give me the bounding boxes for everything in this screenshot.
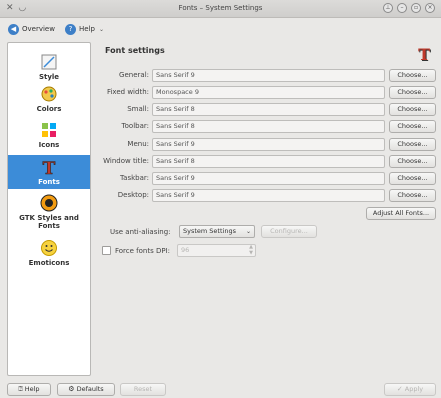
window-title: Fonts – System Settings	[178, 4, 263, 12]
font-label: Menu:	[127, 140, 149, 148]
force-dpi-label: Force fonts DPI:	[115, 247, 170, 255]
help-button[interactable]: ⍰ Help	[7, 383, 51, 396]
sidebar-item-label: Style	[38, 73, 60, 81]
help-icon: ⍰	[18, 385, 23, 393]
dpi-value: 96	[181, 246, 190, 254]
font-value-field: Sans Serif 8	[152, 155, 385, 168]
overview-label: Overview	[22, 25, 55, 33]
reset-button[interactable]: Reset	[120, 383, 166, 396]
chevron-down-icon: ⌄	[245, 228, 251, 235]
choose-button[interactable]: Choose...	[389, 120, 436, 133]
title-bar: ✕ ◡ Fonts – System Settings ⊥ – ▫ ×	[0, 0, 441, 18]
font-value-field: Sans Serif 9	[152, 69, 385, 82]
help-menu-button[interactable]: ? Help ⌄	[64, 23, 104, 35]
choose-button[interactable]: Choose...	[389, 69, 436, 82]
reset-button-label: Reset	[133, 385, 153, 393]
gtk-icon	[40, 194, 58, 212]
sidebar-item-gtk[interactable]: GTK Styles and Fonts	[8, 192, 90, 236]
fonts-icon: T	[42, 159, 56, 176]
pin-icon[interactable]: ⊥	[383, 3, 393, 13]
font-label: Fixed width:	[106, 88, 149, 96]
choose-button[interactable]: Choose...	[389, 155, 436, 168]
font-label: Desktop:	[117, 191, 149, 199]
font-label: Small:	[127, 105, 149, 113]
apply-button-label: Apply	[404, 385, 424, 393]
sidebar-item-label: Emoticons	[28, 259, 70, 267]
force-dpi-checkbox[interactable]	[102, 246, 111, 255]
font-label: Taskbar:	[120, 174, 149, 182]
maximize-button[interactable]: ▫	[411, 3, 421, 13]
help-label: Help	[78, 25, 95, 33]
font-label: General:	[119, 71, 149, 79]
sidebar-item-label: Colors	[36, 105, 62, 113]
choose-button[interactable]: Choose...	[389, 103, 436, 116]
font-value-field: Sans Serif 8	[152, 103, 385, 116]
back-arrow-icon: ◀	[8, 23, 19, 35]
dpi-spinbox[interactable]: 96 ▲ ▼	[177, 244, 256, 257]
font-row-toolbar: Toolbar: Sans Serif 8 Choose...	[98, 120, 438, 133]
defaults-button-label: Defaults	[76, 385, 104, 393]
sidebar-item-icons[interactable]: Icons	[8, 119, 90, 153]
configure-button[interactable]: Configure...	[261, 225, 317, 238]
check-icon: ✓	[396, 385, 403, 393]
defaults-icon: ⚙	[68, 385, 75, 393]
toolbar: ◀ Overview ? Help ⌄	[0, 18, 441, 40]
emoticons-icon	[41, 240, 57, 256]
font-row-window-title: Window title: Sans Serif 8 Choose...	[98, 155, 438, 168]
sidebar-item-colors[interactable]: Colors	[8, 83, 90, 117]
font-settings-panel: Font settings T General: Sans Serif 9 Ch…	[98, 42, 438, 376]
font-row-fixed-width: Fixed width: Monospace 9 Choose...	[98, 86, 438, 99]
page-title: Font settings	[105, 46, 165, 55]
font-row-small: Small: Sans Serif 8 Choose...	[98, 103, 438, 116]
font-label: Toolbar:	[121, 122, 149, 130]
font-value-field: Sans Serif 9	[152, 189, 385, 202]
sidebar-item-label: Icons	[38, 141, 60, 149]
antialiasing-select[interactable]: System Settings ⌄	[179, 225, 255, 238]
bottom-button-bar: ⍰ Help ⚙ Defaults Reset ✓ Apply	[0, 380, 441, 398]
font-value-field: Sans Serif 9	[152, 138, 385, 151]
font-value-field: Sans Serif 8	[152, 120, 385, 133]
choose-button[interactable]: Choose...	[389, 138, 436, 151]
help-button-label: Help	[24, 385, 40, 393]
font-label: Window title:	[103, 157, 149, 165]
minimize-button[interactable]: –	[397, 3, 407, 13]
sidebar-item-fonts[interactable]: T Fonts	[8, 155, 90, 189]
font-value-field: Sans Serif 9	[152, 172, 385, 185]
choose-button[interactable]: Choose...	[389, 86, 436, 99]
antialiasing-select-value: System Settings	[183, 227, 236, 235]
spin-arrows-icon: ▲ ▼	[249, 244, 253, 256]
font-row-general: General: Sans Serif 9 Choose...	[98, 69, 438, 82]
choose-button[interactable]: Choose...	[389, 189, 436, 202]
icons-icon	[42, 123, 56, 137]
font-value-field: Monospace 9	[152, 86, 385, 99]
window-controls: ⊥ – ▫ ×	[383, 3, 435, 13]
sidebar-item-style[interactable]: Style	[8, 49, 90, 83]
fonts-header-icon: T	[418, 45, 430, 64]
overview-button[interactable]: ◀ Overview	[8, 23, 55, 35]
category-sidebar: Style Colors Icons T Fonts GTK Styles an…	[7, 42, 91, 376]
defaults-button[interactable]: ⚙ Defaults	[57, 383, 115, 396]
sidebar-item-label: GTK Styles and Fonts	[19, 214, 79, 230]
style-icon	[41, 54, 57, 70]
antialiasing-label: Use anti-aliasing:	[110, 228, 171, 236]
font-row-taskbar: Taskbar: Sans Serif 9 Choose...	[98, 172, 438, 185]
sidebar-item-emoticons[interactable]: Emoticons	[8, 237, 90, 271]
font-row-desktop: Desktop: Sans Serif 9 Choose...	[98, 189, 438, 202]
sidebar-item-label: Fonts	[38, 178, 60, 186]
apply-button[interactable]: ✓ Apply	[384, 383, 436, 396]
font-row-menu: Menu: Sans Serif 9 Choose...	[98, 138, 438, 151]
choose-button[interactable]: Choose...	[389, 172, 436, 185]
colors-icon	[41, 86, 57, 102]
close-button[interactable]: ×	[425, 3, 435, 13]
svg-text:T: T	[43, 159, 56, 176]
chevron-down-icon: ⌄	[98, 25, 104, 33]
help-icon: ?	[64, 23, 76, 35]
adjust-all-fonts-button[interactable]: Adjust All Fonts...	[366, 207, 436, 220]
